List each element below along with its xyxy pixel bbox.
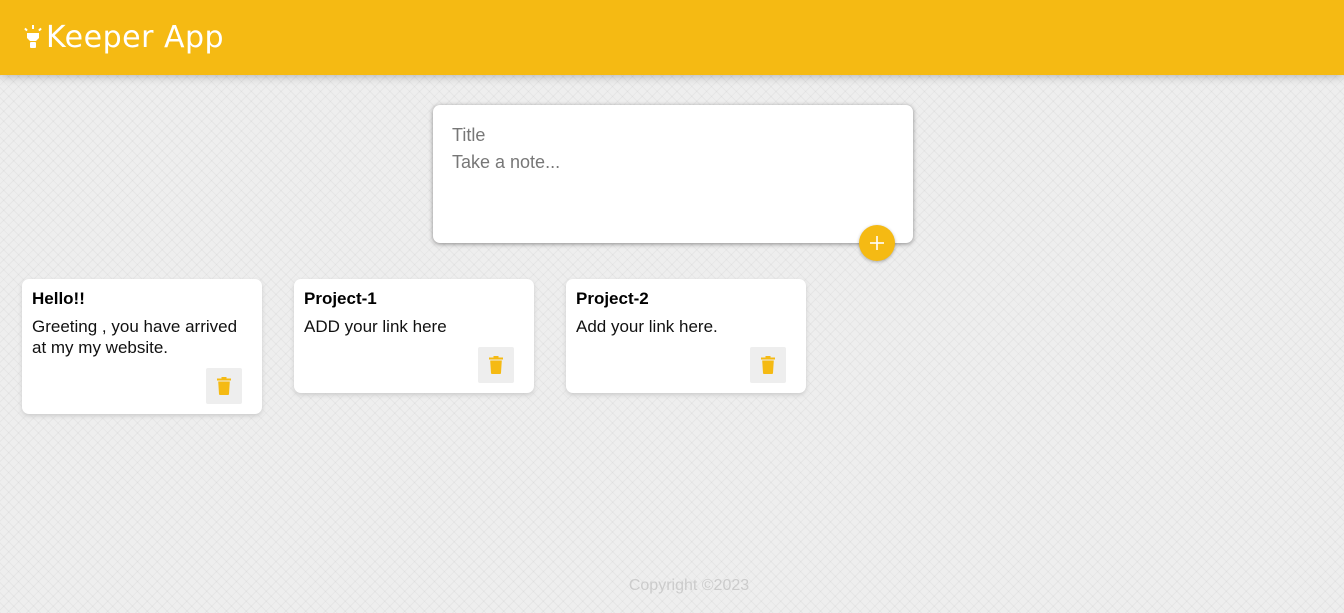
note-card: Hello!! Greeting , you have arrived at m… bbox=[22, 279, 262, 414]
note-content-input[interactable] bbox=[452, 152, 894, 212]
trash-icon bbox=[489, 356, 503, 374]
note-content: Greeting , you have arrived at my my web… bbox=[32, 317, 242, 357]
note-content: Add your link here. bbox=[576, 317, 718, 336]
trash-icon bbox=[217, 377, 231, 395]
note-card: Project-1 ADD your link here bbox=[294, 279, 534, 393]
note-title: Project-2 bbox=[576, 289, 649, 308]
delete-note-button[interactable] bbox=[750, 347, 786, 383]
copyright-text: Copyright ©2023 bbox=[628, 577, 750, 594]
plus-icon bbox=[868, 234, 886, 252]
note-title-input[interactable] bbox=[452, 121, 894, 149]
lightbulb-icon bbox=[24, 24, 46, 49]
app-header: Keeper App bbox=[0, 0, 1344, 75]
delete-note-button[interactable] bbox=[478, 347, 514, 383]
delete-note-button[interactable] bbox=[206, 368, 242, 404]
note-card: Project-2 Add your link here. bbox=[566, 279, 806, 393]
note-title: Hello!! bbox=[32, 289, 85, 308]
note-title: Project-1 bbox=[304, 289, 377, 308]
note-content: ADD your link here bbox=[304, 317, 447, 336]
note-composer bbox=[433, 105, 913, 243]
app-brand: Keeper App bbox=[24, 20, 224, 55]
trash-icon bbox=[761, 356, 775, 374]
page-footer: Copyright ©2023 bbox=[0, 577, 1344, 595]
app-title: Keeper App bbox=[46, 20, 225, 55]
add-note-button[interactable] bbox=[859, 225, 895, 261]
